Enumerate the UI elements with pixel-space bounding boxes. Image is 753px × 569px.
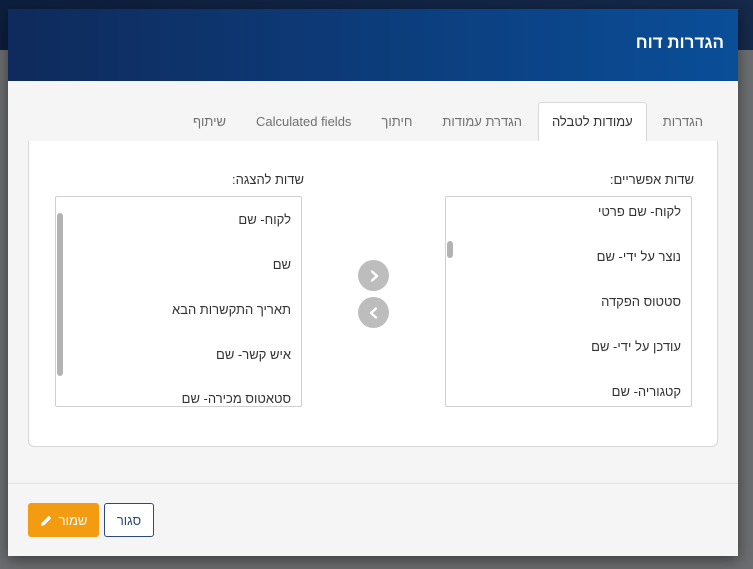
close-button[interactable]: סגור: [104, 503, 154, 537]
chevron-left-icon: [369, 306, 377, 319]
list-item[interactable]: סטאטוס מכירה- שם: [182, 391, 291, 406]
available-fields-list[interactable]: לקוח- שם פרטי נוצר על ידי- שם סטטוס הפקד…: [445, 196, 692, 407]
available-fields-label: שדות אפשריים:: [609, 172, 694, 187]
chevron-right-icon: [370, 269, 378, 282]
list-item[interactable]: איש קשר- שם: [216, 347, 291, 362]
available-list-scrollbar[interactable]: [447, 241, 453, 258]
pencil-icon: [40, 515, 51, 526]
tab-slicing[interactable]: חיתוך: [367, 102, 426, 141]
modal-title: הגדרות דוח: [635, 33, 724, 52]
list-item[interactable]: לקוח- שם: [238, 212, 291, 227]
move-left-button[interactable]: [358, 297, 389, 328]
footer-divider: [8, 483, 738, 484]
tab-sharing[interactable]: שיתוף: [179, 102, 240, 141]
list-item[interactable]: נוצר על ידי- שם: [597, 249, 681, 264]
list-item[interactable]: שם: [273, 257, 291, 272]
move-right-button[interactable]: [358, 260, 389, 291]
table-columns-panel: שדות להצגה: שדות אפשריים: לקוח- שם שם תא…: [28, 141, 718, 447]
tab-calculated-fields[interactable]: Calculated fields: [242, 102, 365, 141]
tab-settings[interactable]: הגדרות: [649, 102, 717, 141]
report-settings-modal: הגדרות דוח הגדרות עמודות לטבלה הגדרת עמו…: [8, 9, 738, 556]
modal-header: הגדרות דוח: [8, 9, 738, 81]
list-item[interactable]: תאריך התקשרות הבא: [172, 302, 291, 317]
display-list-scrollbar[interactable]: [57, 213, 63, 376]
display-fields-label: שדות להצגה:: [232, 172, 304, 187]
tab-table-columns[interactable]: עמודות לטבלה: [537, 102, 647, 142]
save-label: שמור: [58, 512, 88, 528]
list-item[interactable]: קטגוריה- שם: [612, 384, 681, 399]
tab-bar: הגדרות עמודות לטבלה הגדרת עמודות חיתוך C…: [28, 102, 718, 142]
list-item[interactable]: לקוח- שם פרטי: [598, 204, 681, 219]
display-fields-list[interactable]: לקוח- שם שם תאריך התקשרות הבא איש קשר- ש…: [55, 196, 302, 407]
list-item[interactable]: סטטוס הפקדה: [601, 294, 681, 309]
save-button[interactable]: שמור: [28, 503, 99, 537]
list-item[interactable]: עודכן על ידי- שם: [591, 339, 681, 354]
tab-column-settings[interactable]: הגדרת עמודות: [428, 102, 536, 141]
